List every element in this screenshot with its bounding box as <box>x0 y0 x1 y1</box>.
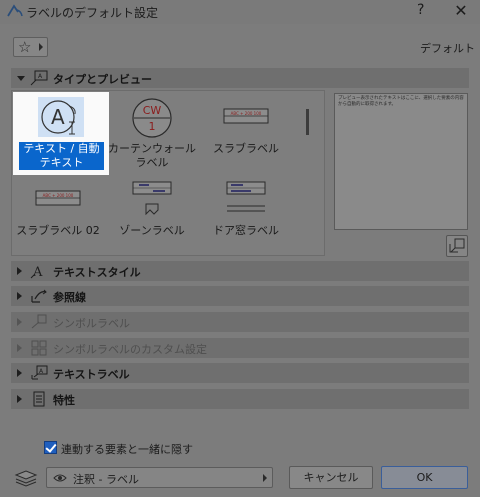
svg-text:ABC + 200 100: ABC + 200 100 <box>231 111 262 116</box>
label-preview-icon: A <box>30 70 48 86</box>
svg-text:A: A <box>32 265 43 279</box>
layer-name: 注釈 - ラベル <box>73 473 139 486</box>
text-label-icon: A <box>31 365 48 380</box>
gallery-item-zone-label[interactable]: ゾーンラベル <box>104 178 200 242</box>
chevron-right-icon <box>17 344 22 352</box>
section-label: タイプとプレビュー <box>53 73 152 86</box>
svg-text:ABC + 200 100: ABC + 200 100 <box>43 193 74 198</box>
text-label-icon: A <box>38 97 84 137</box>
gallery-item-label: ドア窓ラベル <box>213 224 279 237</box>
section-symbol-label: シンボルラベル <box>11 312 469 332</box>
section-label: シンボルラベル <box>53 317 130 330</box>
section-label: テキストスタイル <box>53 266 141 279</box>
layer-select[interactable]: 注釈 - ラベル <box>46 467 273 488</box>
slab-label-icon: ABC + 200 100 <box>223 108 269 124</box>
symbol-custom-icon <box>31 340 47 356</box>
section-label: 参照線 <box>53 291 86 304</box>
close-button[interactable]: ✕ <box>451 1 471 20</box>
chevron-right-icon <box>17 267 22 275</box>
chevron-down-icon <box>17 76 25 81</box>
curtain-wall-label-icon: CW 1 <box>132 98 172 138</box>
section-pointer[interactable]: 参照線 <box>11 286 469 306</box>
chevron-right-icon <box>39 43 43 51</box>
zone-label-icon <box>132 181 172 216</box>
window-title: ラベルのデフォルト設定 <box>26 6 159 20</box>
pointer-icon <box>31 289 47 303</box>
svg-text:A: A <box>38 73 43 80</box>
svg-text:1: 1 <box>149 120 156 133</box>
layers-icon <box>14 470 38 487</box>
gallery-item-label: スラブラベル <box>213 142 279 155</box>
gallery-item-slab-label-02[interactable]: ABC + 200 100 スラブラベル 02 <box>10 178 106 242</box>
section-text-style[interactable]: A テキストスタイル <box>11 261 469 281</box>
archicad-icon <box>7 4 23 17</box>
chevron-right-icon <box>263 474 267 482</box>
gallery-item-text-autotext[interactable]: A テキスト / 自動テキスト <box>13 92 109 175</box>
properties-icon <box>33 391 45 407</box>
hide-with-element-checkbox[interactable] <box>44 441 57 454</box>
gallery-scrollbar[interactable] <box>306 109 309 135</box>
section-properties[interactable]: 特性 <box>11 389 469 409</box>
label-preview: プレビュー表示されたテキストはここに、選択した要素の内容から自動的に取得されます… <box>334 93 468 230</box>
hide-with-element-label: 連動する要素と一緒に隠す <box>61 443 193 456</box>
gallery-item-label: ゾーンラベル <box>119 224 185 237</box>
symbol-label-icon <box>31 314 47 329</box>
label-orientation-icon <box>449 238 465 253</box>
svg-text:A: A <box>51 105 65 129</box>
gallery-item-curtain-wall[interactable]: CW 1 カーテンウォールラベル <box>104 92 200 175</box>
chevron-right-icon <box>17 395 22 403</box>
slab-label-02-icon: ABC + 200 100 <box>35 190 81 206</box>
section-label: 特性 <box>53 394 75 407</box>
gallery-item-label: スラブラベル 02 <box>16 224 100 237</box>
section-symbol-custom: シンボルラベルのカスタム設定 <box>11 338 469 358</box>
eye-icon <box>53 474 67 482</box>
gallery-item-label: カーテンウォールラベル <box>108 142 196 169</box>
orientation-button[interactable] <box>446 235 468 257</box>
chevron-right-icon <box>17 369 22 377</box>
cancel-button[interactable]: キャンセル <box>289 466 373 489</box>
gallery-item-label: テキスト / 自動テキスト <box>19 142 104 170</box>
gallery-item-door-window-label[interactable]: ドア窓ラベル <box>198 178 294 242</box>
favorites-button[interactable]: ☆ <box>13 37 48 57</box>
door-window-label-icon <box>226 181 266 212</box>
preview-text: プレビュー表示されたテキストはここに、選択した要素の内容から自動的に取得されます… <box>338 96 464 107</box>
star-icon: ☆ <box>18 38 32 56</box>
default-label: デフォルト <box>420 42 475 55</box>
chevron-right-icon <box>17 318 22 326</box>
section-label: テキストラベル <box>53 368 130 381</box>
text-style-icon: A <box>30 265 43 279</box>
gallery-item-slab-label[interactable]: ABC + 200 100 スラブラベル <box>198 92 294 175</box>
section-text-label[interactable]: A テキストラベル <box>11 363 469 383</box>
svg-text:CW: CW <box>143 104 162 117</box>
chevron-right-icon <box>17 292 22 300</box>
ok-button[interactable]: OK <box>381 466 468 489</box>
title-bar: ラベルのデフォルト設定 ? ✕ <box>0 0 480 24</box>
section-label: シンボルラベルのカスタム設定 <box>53 343 207 356</box>
label-default-settings-dialog: ラベルのデフォルト設定 ? ✕ ☆ デフォルト A タイプとプレビュー A テキ… <box>0 0 480 497</box>
help-button[interactable]: ? <box>417 2 424 18</box>
section-type-preview[interactable]: A タイプとプレビュー <box>11 68 469 88</box>
